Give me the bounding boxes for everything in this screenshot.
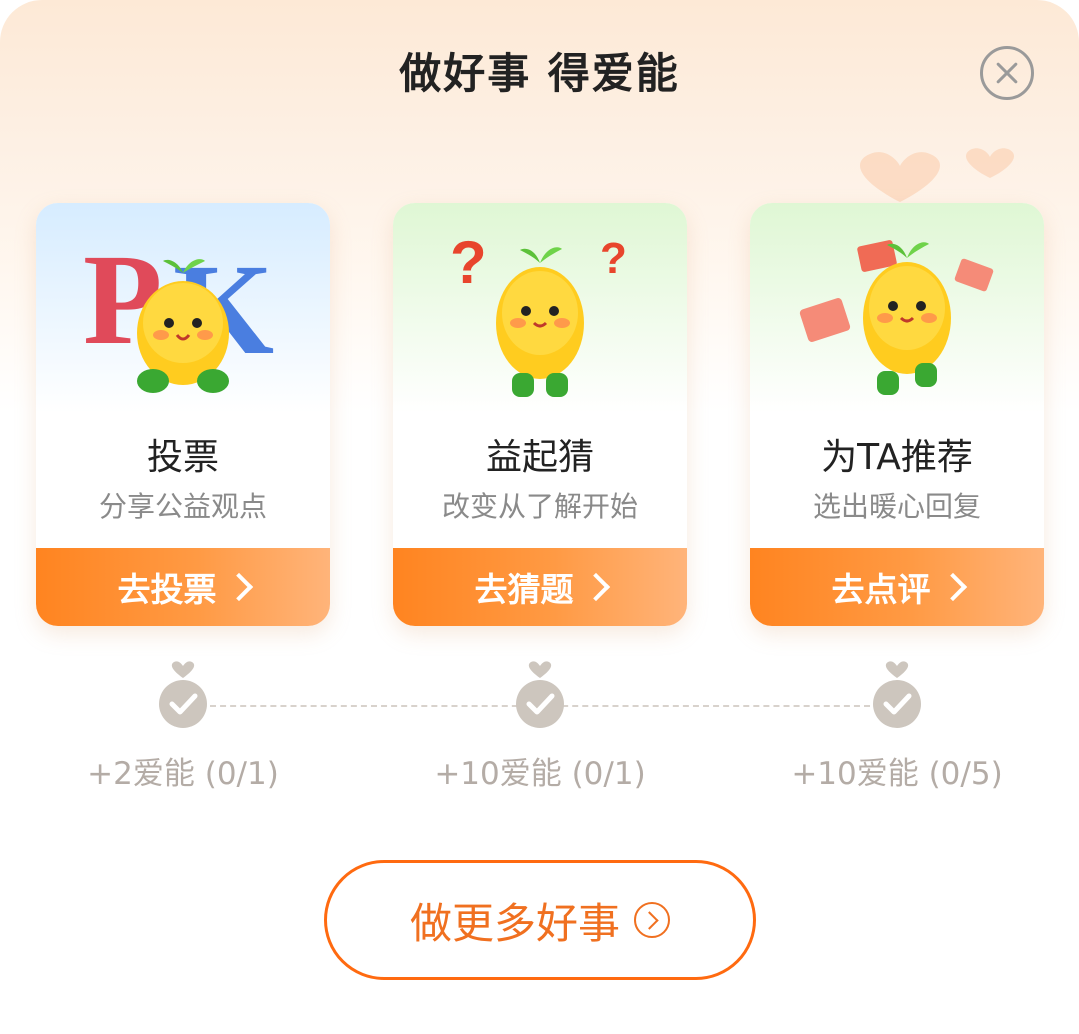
task-name: 投票 (146, 437, 219, 478)
task-desc: 选出暖心回复 (812, 490, 981, 523)
heart-check-icon (516, 661, 564, 728)
go-guess-label: 去猜题 (474, 570, 574, 609)
task-name: 为TA推荐 (821, 437, 973, 478)
task-card-recommend: 为TA推荐 选出暖心回复 去点评 (750, 203, 1044, 626)
heart-check-icon (873, 661, 921, 728)
svg-text:?: ? (600, 234, 627, 283)
task-desc: 改变从了解开始 (441, 490, 638, 523)
go-vote-button[interactable]: 去投票 (36, 548, 330, 626)
chevron-right-icon (224, 572, 253, 602)
envelope-mascot-icon (799, 240, 994, 395)
heart-check-icon (159, 661, 207, 728)
reward-label: +10爱能 (0/5) (791, 756, 1003, 792)
circle-chevron-right-icon (634, 902, 670, 938)
go-guess-button[interactable]: 去猜题 (393, 548, 687, 626)
task-desc: 分享公益观点 (98, 490, 267, 523)
close-icon[interactable] (980, 46, 1034, 100)
reward-step: +2爱能 (0/1) (87, 660, 279, 792)
reward-step: +10爱能 (0/1) (434, 660, 646, 792)
page-title: 做好事 得爱能 (399, 49, 680, 98)
pk-mascot-icon: P K (83, 228, 274, 393)
task-sheet: 做好事 得爱能 P K 投票 分享公益观点 去投票 (0, 0, 1079, 1034)
task-card-guess: ? ? 益起猜 改变从了解开始 去猜题 (393, 203, 687, 626)
task-name: 益起猜 (485, 437, 594, 478)
question-mascot-icon: ? ? (450, 229, 627, 397)
reward-step: +10爱能 (0/5) (791, 660, 1003, 792)
do-more-label: 做更多好事 (409, 898, 620, 948)
chevron-right-icon (581, 572, 610, 602)
task-card-vote: P K 投票 分享公益观点 去投票 (36, 203, 330, 626)
go-review-button[interactable]: 去点评 (750, 548, 1044, 626)
go-review-label: 去点评 (831, 570, 931, 609)
reward-label: +10爱能 (0/1) (434, 756, 646, 792)
reward-label: +2爱能 (0/1) (87, 756, 279, 792)
do-more-button[interactable]: 做更多好事 (324, 860, 756, 980)
svg-text:?: ? (450, 229, 487, 296)
go-vote-label: 去投票 (117, 570, 217, 609)
chevron-right-icon (938, 572, 967, 602)
